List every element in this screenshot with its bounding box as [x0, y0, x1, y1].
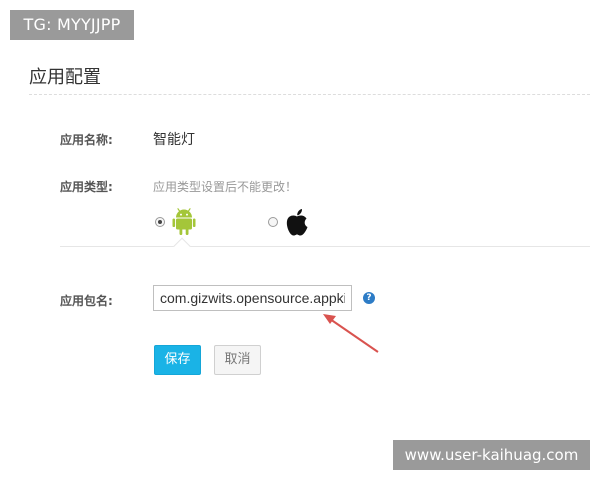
help-icon[interactable]: ? — [363, 292, 375, 304]
app-type-label: 应用类型: — [60, 180, 113, 194]
apple-icon[interactable] — [285, 207, 309, 237]
title-divider — [29, 94, 590, 95]
platform-divider — [60, 246, 590, 247]
cancel-button[interactable]: 取消 — [214, 345, 261, 375]
app-config-page: TG: MYYJJPP 应用配置 应用名称: 智能灯 应用类型: 应用类型设置后… — [0, 0, 600, 480]
android-icon[interactable] — [172, 208, 196, 236]
package-name-input[interactable] — [153, 285, 352, 311]
apple-radio[interactable] — [268, 217, 278, 227]
app-name-label: 应用名称: — [60, 133, 113, 147]
selected-platform-pointer — [173, 237, 191, 255]
app-name-value: 智能灯 — [153, 132, 195, 148]
section-title: 应用配置 — [29, 67, 101, 88]
watermark-top-left: TG: MYYJJPP — [10, 10, 134, 40]
android-radio[interactable] — [155, 217, 165, 227]
package-name-label: 应用包名: — [60, 294, 113, 308]
radio-selected-dot — [158, 220, 162, 224]
app-type-hint: 应用类型设置后不能更改！ — [153, 180, 298, 194]
watermark-bottom-right: www.user-kaihuag.com — [393, 440, 590, 470]
save-button[interactable]: 保存 — [154, 345, 201, 375]
